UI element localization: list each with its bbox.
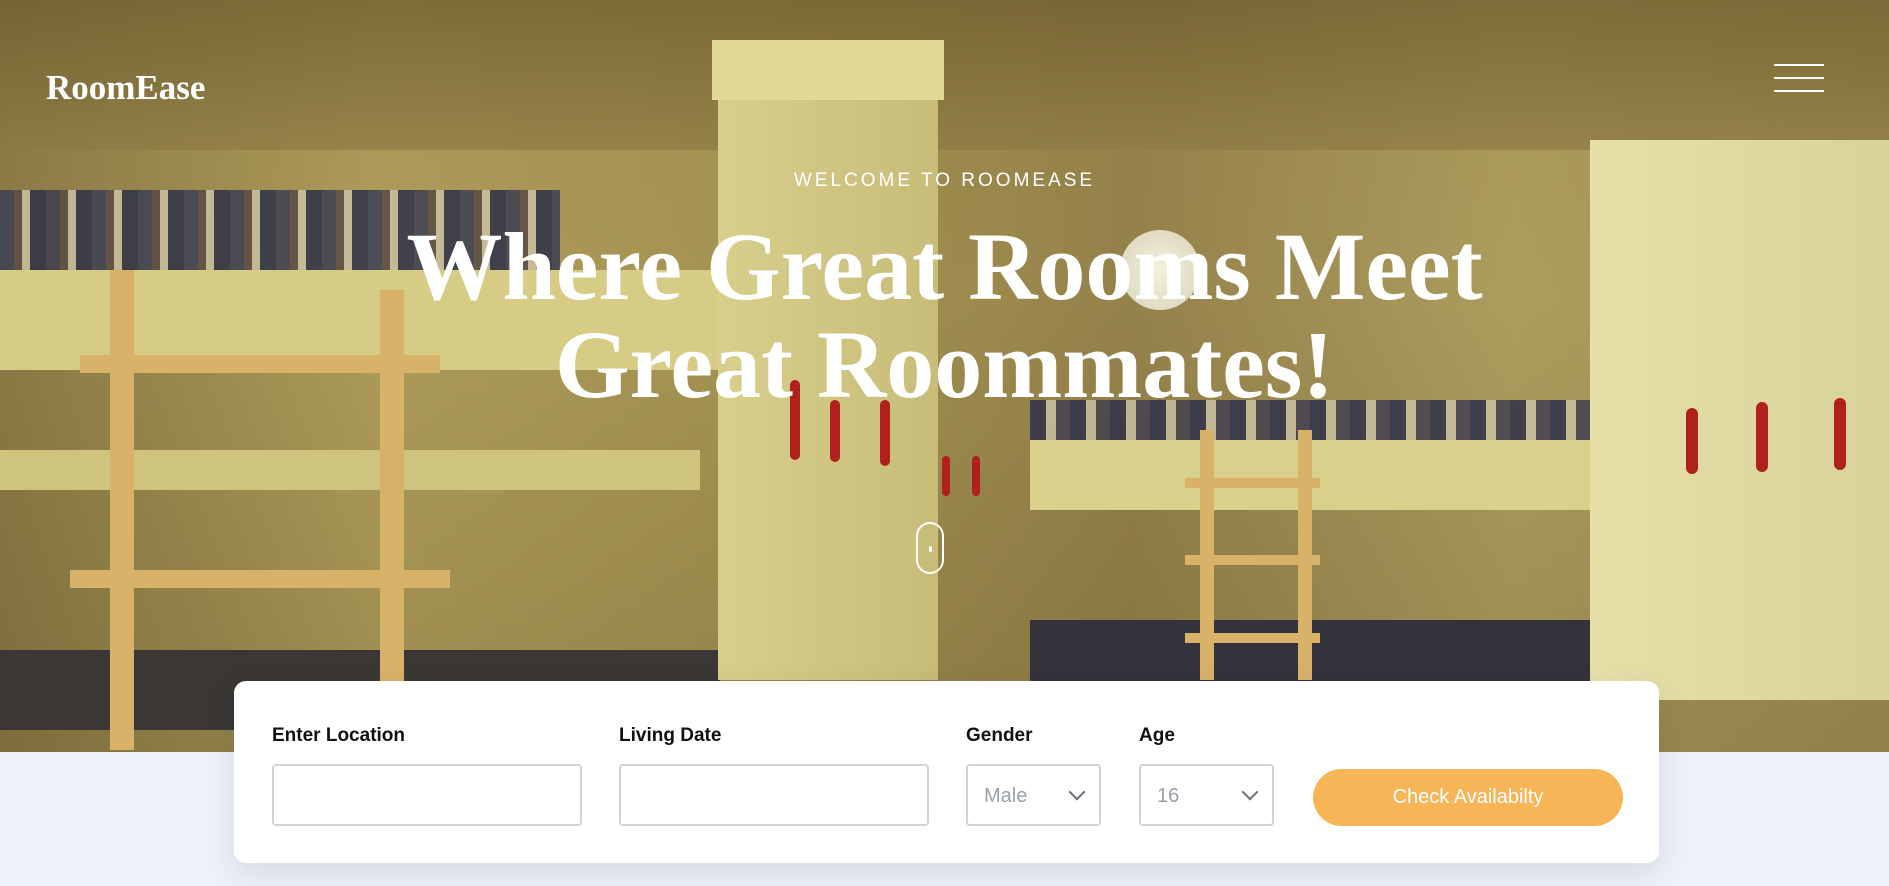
menu-bar	[1774, 90, 1824, 92]
hero-headline: Where Great Rooms Meet Great Roommates!	[0, 218, 1889, 414]
menu-bar	[1774, 64, 1824, 66]
gender-select[interactable]: Male	[966, 764, 1101, 826]
menu-bar	[1774, 77, 1824, 79]
chevron-down-icon	[1068, 783, 1086, 801]
background-hook	[942, 456, 950, 496]
hamburger-menu-icon[interactable]	[1774, 62, 1826, 94]
living-date-input[interactable]	[619, 764, 929, 826]
mouse-scroll-icon[interactable]	[916, 522, 944, 574]
gender-label: Gender	[966, 725, 1033, 746]
living-date-label: Living Date	[619, 725, 722, 746]
background-hook	[972, 456, 980, 496]
background-ladder	[70, 570, 450, 588]
background-ladder	[1185, 478, 1320, 488]
background-ceiling	[0, 0, 1889, 150]
background-bunk	[0, 450, 700, 490]
hero-eyebrow: WELCOME TO ROOMEASE	[793, 170, 1096, 191]
hero-headline-line1: Where Great Rooms Meet	[406, 213, 1483, 320]
brand-logo[interactable]: RoomEase	[46, 68, 205, 108]
hero-headline-line2: Great Roommates!	[554, 311, 1335, 418]
location-label: Enter Location	[272, 725, 406, 746]
location-input[interactable]	[272, 764, 582, 826]
check-availability-button[interactable]: Check Availabilty	[1313, 769, 1623, 826]
chevron-down-icon	[1241, 783, 1259, 801]
gender-selected-value: Male	[984, 785, 1028, 807]
background-pillar	[712, 40, 944, 100]
age-selected-value: 16	[1157, 785, 1180, 807]
hero-section: RoomEase WELCOME TO ROOMEASE Where Great…	[0, 0, 1889, 752]
background-ladder	[1185, 555, 1320, 565]
background-ladder	[1185, 633, 1320, 643]
age-label: Age	[1139, 725, 1175, 746]
availability-search-card: Enter Location Living Date Gender Male A…	[234, 681, 1659, 863]
scroll-dot	[929, 546, 932, 552]
age-select[interactable]: 16	[1139, 764, 1274, 826]
background-hook	[1686, 408, 1698, 474]
